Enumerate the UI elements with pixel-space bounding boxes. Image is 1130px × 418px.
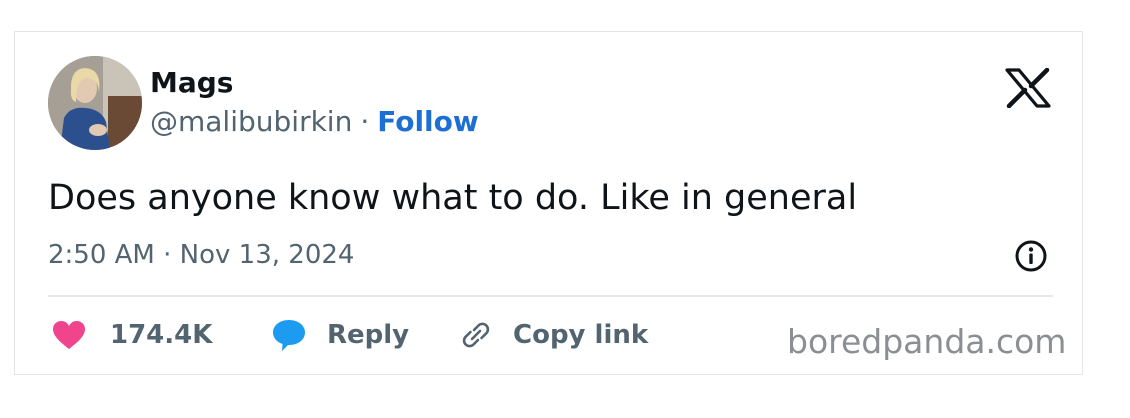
tweet-timestamp[interactable]: 2:50 AM · Nov 13, 2024: [48, 237, 354, 273]
watermark: boredpanda.com: [787, 322, 1067, 361]
author-name[interactable]: Mags: [150, 66, 233, 100]
follow-button[interactable]: Follow: [377, 105, 479, 138]
author-handle-row: @malibubirkin · Follow: [150, 104, 479, 140]
divider: [48, 295, 1053, 297]
tweet-card: Mags @malibubirkin · Follow Does anyone kn…: [14, 31, 1083, 375]
x-logo-icon[interactable]: [1005, 67, 1051, 109]
copy-link-label: Copy link: [513, 320, 649, 350]
avatar-photo: [48, 56, 142, 150]
reply-label: Reply: [327, 320, 410, 350]
link-icon: [462, 322, 490, 348]
info-icon[interactable]: [1014, 239, 1048, 273]
copy-link-button[interactable]: Copy link: [459, 315, 648, 355]
like-button[interactable]: 174.4K: [52, 315, 212, 355]
separator-dot: ·: [360, 105, 370, 138]
speech-bubble-icon: [273, 320, 305, 351]
author-handle[interactable]: @malibubirkin: [150, 105, 352, 138]
heart-icon: [53, 321, 85, 349]
tweet-text: Does anyone know what to do. Like in gen…: [48, 178, 858, 218]
avatar[interactable]: [48, 56, 142, 150]
reply-button[interactable]: Reply: [271, 315, 409, 355]
likes-count: 174.4K: [110, 320, 213, 350]
